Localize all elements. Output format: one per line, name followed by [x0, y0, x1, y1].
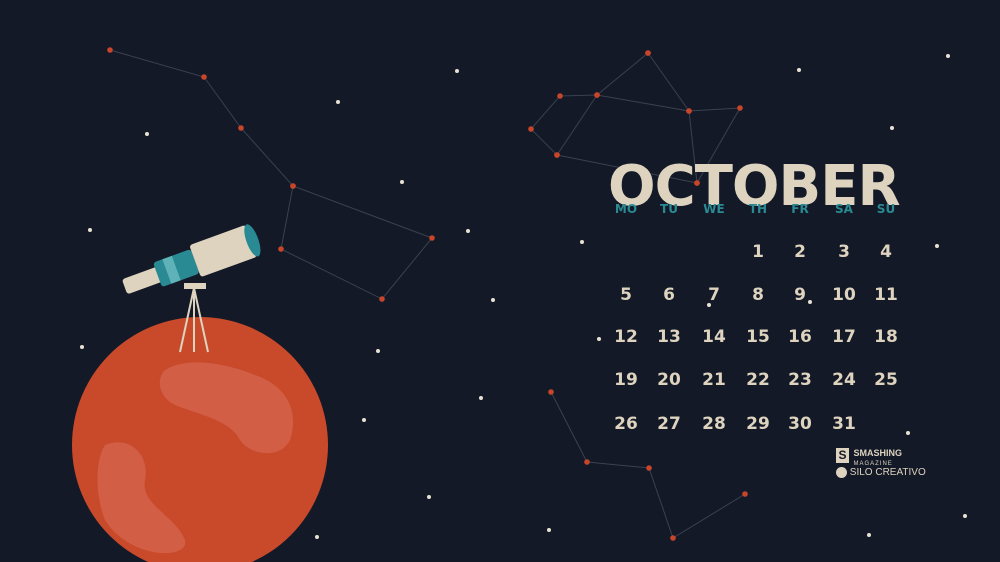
star: [362, 418, 366, 422]
star: [906, 431, 910, 435]
mars-planet-illustration: [72, 317, 328, 562]
calendar-day: 14: [702, 327, 726, 347]
constellation-star: [290, 183, 296, 189]
constellation-star: [557, 93, 563, 99]
constellation-star: [107, 47, 113, 53]
star: [890, 126, 894, 130]
star: [597, 337, 601, 341]
calendar-day: 20: [657, 370, 681, 390]
star: [466, 229, 470, 233]
calendar-day: 6: [663, 285, 675, 305]
silo-creativo-text: SILO CREATIVO: [849, 467, 926, 479]
silo-creativo-logo-icon: [836, 467, 847, 478]
calendar-day: 31: [832, 414, 856, 434]
constellation-star: [670, 535, 676, 541]
constellation-star: [201, 74, 207, 80]
smashing-logo: S SMASHING MAGAZINE: [836, 448, 902, 468]
calendar-day: 16: [788, 327, 812, 347]
star: [88, 228, 92, 232]
weekday-label: TH: [748, 202, 768, 216]
calendar-day: 26: [614, 414, 638, 434]
star: [935, 244, 939, 248]
calendar-day: 18: [874, 327, 898, 347]
calendar-day: 25: [874, 370, 898, 390]
calendar-day: 23: [788, 370, 812, 390]
calendar-day: 27: [657, 414, 681, 434]
calendar-day: 15: [746, 327, 770, 347]
constellation-star: [584, 459, 590, 465]
weekday-label: MO: [614, 202, 638, 216]
calendar-day: 2: [794, 242, 806, 262]
constellation-star: [379, 296, 385, 302]
calendar-day: 24: [832, 370, 856, 390]
star: [867, 533, 871, 537]
star: [427, 495, 431, 499]
calendar-day: 10: [832, 285, 856, 305]
star: [400, 180, 404, 184]
weekday-label: FR: [791, 202, 809, 216]
calendar-day: 30: [788, 414, 812, 434]
calendar-day: 11: [874, 285, 898, 305]
constellation-star: [238, 125, 244, 131]
star: [946, 54, 950, 58]
star: [376, 349, 380, 353]
calendar-day: 28: [702, 414, 726, 434]
star: [547, 528, 551, 532]
constellation-star: [646, 465, 652, 471]
weekday-label: SU: [876, 202, 896, 216]
star: [797, 68, 801, 72]
calendar-day: 8: [752, 285, 764, 305]
weekday-label: WE: [703, 202, 725, 216]
constellation-star: [737, 105, 743, 111]
calendar-day: 5: [620, 285, 632, 305]
calendar-day: 17: [832, 327, 856, 347]
calendar-day: 21: [702, 370, 726, 390]
constellation-star: [528, 126, 534, 132]
calendar-day: 4: [880, 242, 892, 262]
star: [315, 535, 319, 539]
constellation-star: [429, 235, 435, 241]
star: [336, 100, 340, 104]
star: [963, 514, 967, 518]
silo-creativo-logo: SILO CREATIVO: [836, 467, 926, 478]
weekday-label: TU: [660, 202, 678, 216]
calendar-day: 1: [752, 242, 764, 262]
calendar-day: 7: [708, 285, 720, 305]
calendar-day: 22: [746, 370, 770, 390]
constellation-star: [548, 389, 554, 395]
weekday-label: SA: [835, 202, 853, 216]
constellation-star: [645, 50, 651, 56]
star: [580, 240, 584, 244]
smashing-text: SMASHING: [853, 448, 902, 458]
constellation-star: [554, 152, 560, 158]
constellation-line: [530, 52, 691, 156]
calendar-day: 13: [657, 327, 681, 347]
star: [479, 396, 483, 400]
calendar-day: 12: [614, 327, 638, 347]
star: [145, 132, 149, 136]
star: [455, 69, 459, 73]
calendar-day: 29: [746, 414, 770, 434]
star: [80, 345, 84, 349]
constellation-star: [594, 92, 600, 98]
constellation-star: [278, 246, 284, 252]
calendar-day: 3: [838, 242, 850, 262]
constellation-star: [742, 491, 748, 497]
smashing-logo-icon: S: [836, 448, 849, 463]
calendar-day: 19: [614, 370, 638, 390]
constellation-star: [686, 108, 692, 114]
calendar-day: 9: [794, 285, 806, 305]
star: [491, 298, 495, 302]
